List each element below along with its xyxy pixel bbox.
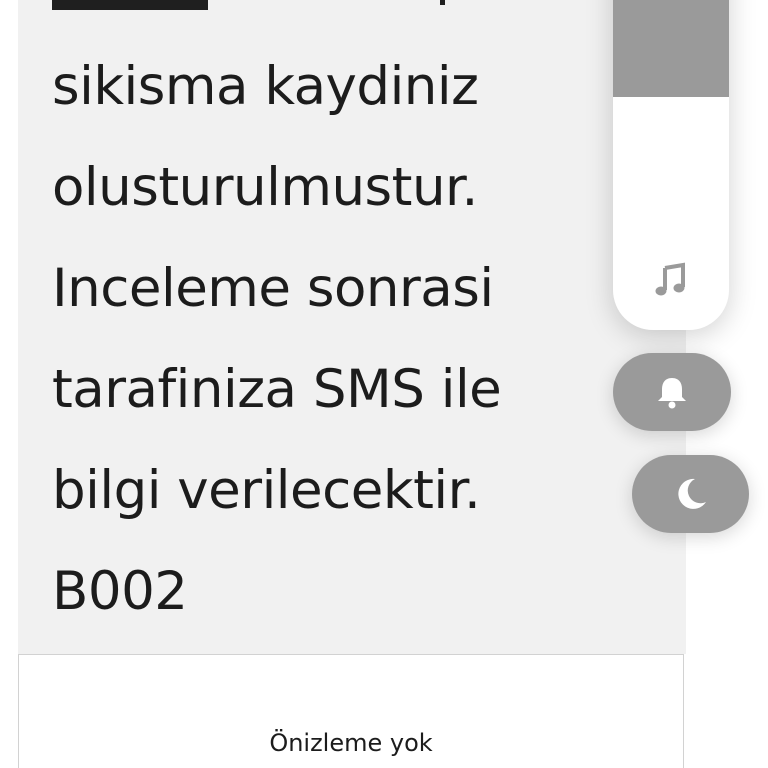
music-note-icon [655,262,685,296]
bell-icon [658,378,686,409]
moon-icon [677,478,706,509]
message-line: B002 [52,561,188,622]
message-line: bilgi verilecektir. [52,460,481,521]
message-line: tarafiniza SMS ile [52,359,502,420]
message-line: Inceleme sonrasi [52,258,494,319]
message-text: sikisma kaydiniz olusturulmustur. Incele… [52,36,612,642]
ringer-mode-button[interactable] [613,353,731,431]
preview-label: Önizleme yok [269,729,433,757]
link-underline [52,0,208,10]
volume-level-fill [613,0,729,97]
message-line: sikisma kaydiniz [52,56,479,117]
message-line: olusturulmustur. [52,157,478,218]
screen: sikisma kaydiniz olusturulmustur. Incele… [0,0,768,768]
media-volume-slider[interactable] [613,0,729,330]
link-preview-card[interactable]: Önizleme yok [18,654,684,768]
clipped-glyph [440,0,445,5]
do-not-disturb-button[interactable] [632,455,749,533]
